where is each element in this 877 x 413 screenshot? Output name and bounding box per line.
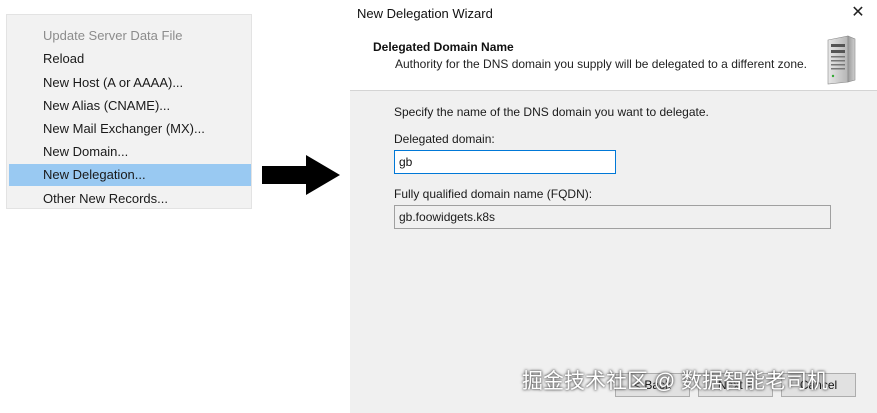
menu-item-other-new-records[interactable]: Other New Records... [9, 188, 251, 210]
menu-item-new-alias[interactable]: New Alias (CNAME)... [9, 95, 251, 117]
menu-item-new-domain[interactable]: New Domain... [9, 141, 251, 163]
next-button[interactable]: Next > [698, 373, 773, 397]
delegated-domain-input[interactable] [394, 150, 616, 174]
menu-item-new-host[interactable]: New Host (A or AAAA)... [9, 72, 251, 94]
close-button[interactable]: ✕ [849, 4, 867, 22]
fqdn-field: gb.foowidgets.k8s [394, 205, 831, 229]
close-icon: ✕ [851, 4, 865, 21]
wizard-title: New Delegation Wizard [357, 6, 493, 21]
cancel-button[interactable]: Cancel [781, 373, 856, 397]
right-arrow-icon [262, 155, 340, 195]
menu-item-new-delegation[interactable]: New Delegation... [9, 164, 251, 186]
screenshot-stage: Update Server Data File Reload New Host … [0, 0, 877, 413]
new-delegation-wizard: New Delegation Wizard ✕ Delegated Domain… [350, 0, 877, 413]
delegated-domain-label: Delegated domain: [394, 132, 495, 146]
context-menu: Update Server Data File Reload New Host … [6, 14, 252, 209]
wizard-body: Specify the name of the DNS domain you w… [350, 91, 877, 413]
menu-item-update-server-data-file: Update Server Data File [43, 28, 183, 43]
back-button[interactable]: < Back [615, 373, 690, 397]
menu-item-reload[interactable]: Reload [9, 48, 251, 70]
fqdn-label: Fully qualified domain name (FQDN): [394, 187, 593, 201]
instruction-text: Specify the name of the DNS domain you w… [394, 105, 709, 119]
server-icon [827, 35, 856, 85]
header-title: Delegated Domain Name [373, 40, 514, 54]
wizard-header: Delegated Domain Name Authority for the … [350, 28, 877, 90]
menu-item-new-mail-exchanger[interactable]: New Mail Exchanger (MX)... [9, 118, 251, 140]
header-subtitle: Authority for the DNS domain you supply … [395, 57, 808, 71]
